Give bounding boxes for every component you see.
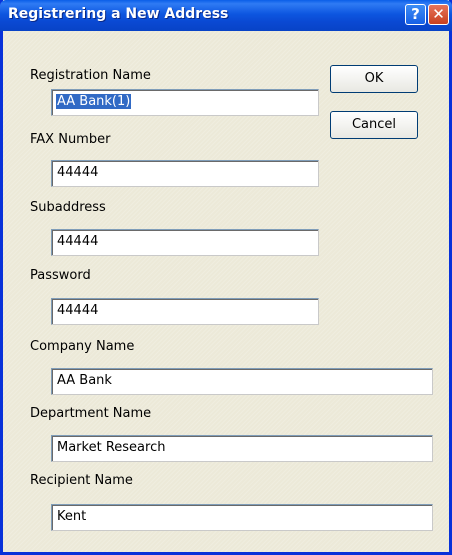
- company-name-value: AA Bank: [57, 373, 112, 388]
- password-value: 44444: [57, 303, 99, 318]
- department-name-value: Market Research: [57, 440, 166, 455]
- help-icon[interactable]: ?: [405, 4, 426, 25]
- title-bar[interactable]: Registrering a New Address ? ✕: [0, 0, 452, 31]
- dialog-window: Registrering a New Address ? ✕ Registrat…: [0, 0, 452, 555]
- fax-number-field[interactable]: 44444: [51, 160, 319, 187]
- close-icon[interactable]: ✕: [428, 4, 449, 25]
- subaddress-label: Subaddress: [30, 200, 106, 215]
- dialog-title: Registrering a New Address: [8, 6, 229, 22]
- department-name-label: Department Name: [30, 406, 152, 421]
- cancel-button[interactable]: Cancel: [330, 111, 418, 139]
- subaddress-value: 44444: [57, 234, 99, 249]
- password-field[interactable]: 44444: [51, 298, 319, 325]
- password-label: Password: [30, 268, 91, 283]
- company-name-field[interactable]: AA Bank: [51, 368, 433, 395]
- company-name-label: Company Name: [30, 339, 135, 354]
- recipient-name-field[interactable]: Kent: [51, 504, 433, 531]
- ok-button[interactable]: OK: [330, 65, 418, 93]
- subaddress-field[interactable]: 44444: [51, 229, 319, 256]
- registration-name-field[interactable]: AA Bank(1): [51, 89, 319, 116]
- recipient-name-label: Recipient Name: [30, 473, 133, 488]
- department-name-field[interactable]: Market Research: [51, 435, 433, 462]
- recipient-name-value: Kent: [57, 509, 87, 524]
- registration-name-value: AA Bank(1): [56, 94, 132, 109]
- registration-name-label: Registration Name: [30, 68, 151, 83]
- fax-number-value: 44444: [57, 165, 99, 180]
- dialog-body: Registration Name AA Bank(1) OK Cancel F…: [3, 31, 449, 552]
- fax-number-label: FAX Number: [30, 132, 111, 147]
